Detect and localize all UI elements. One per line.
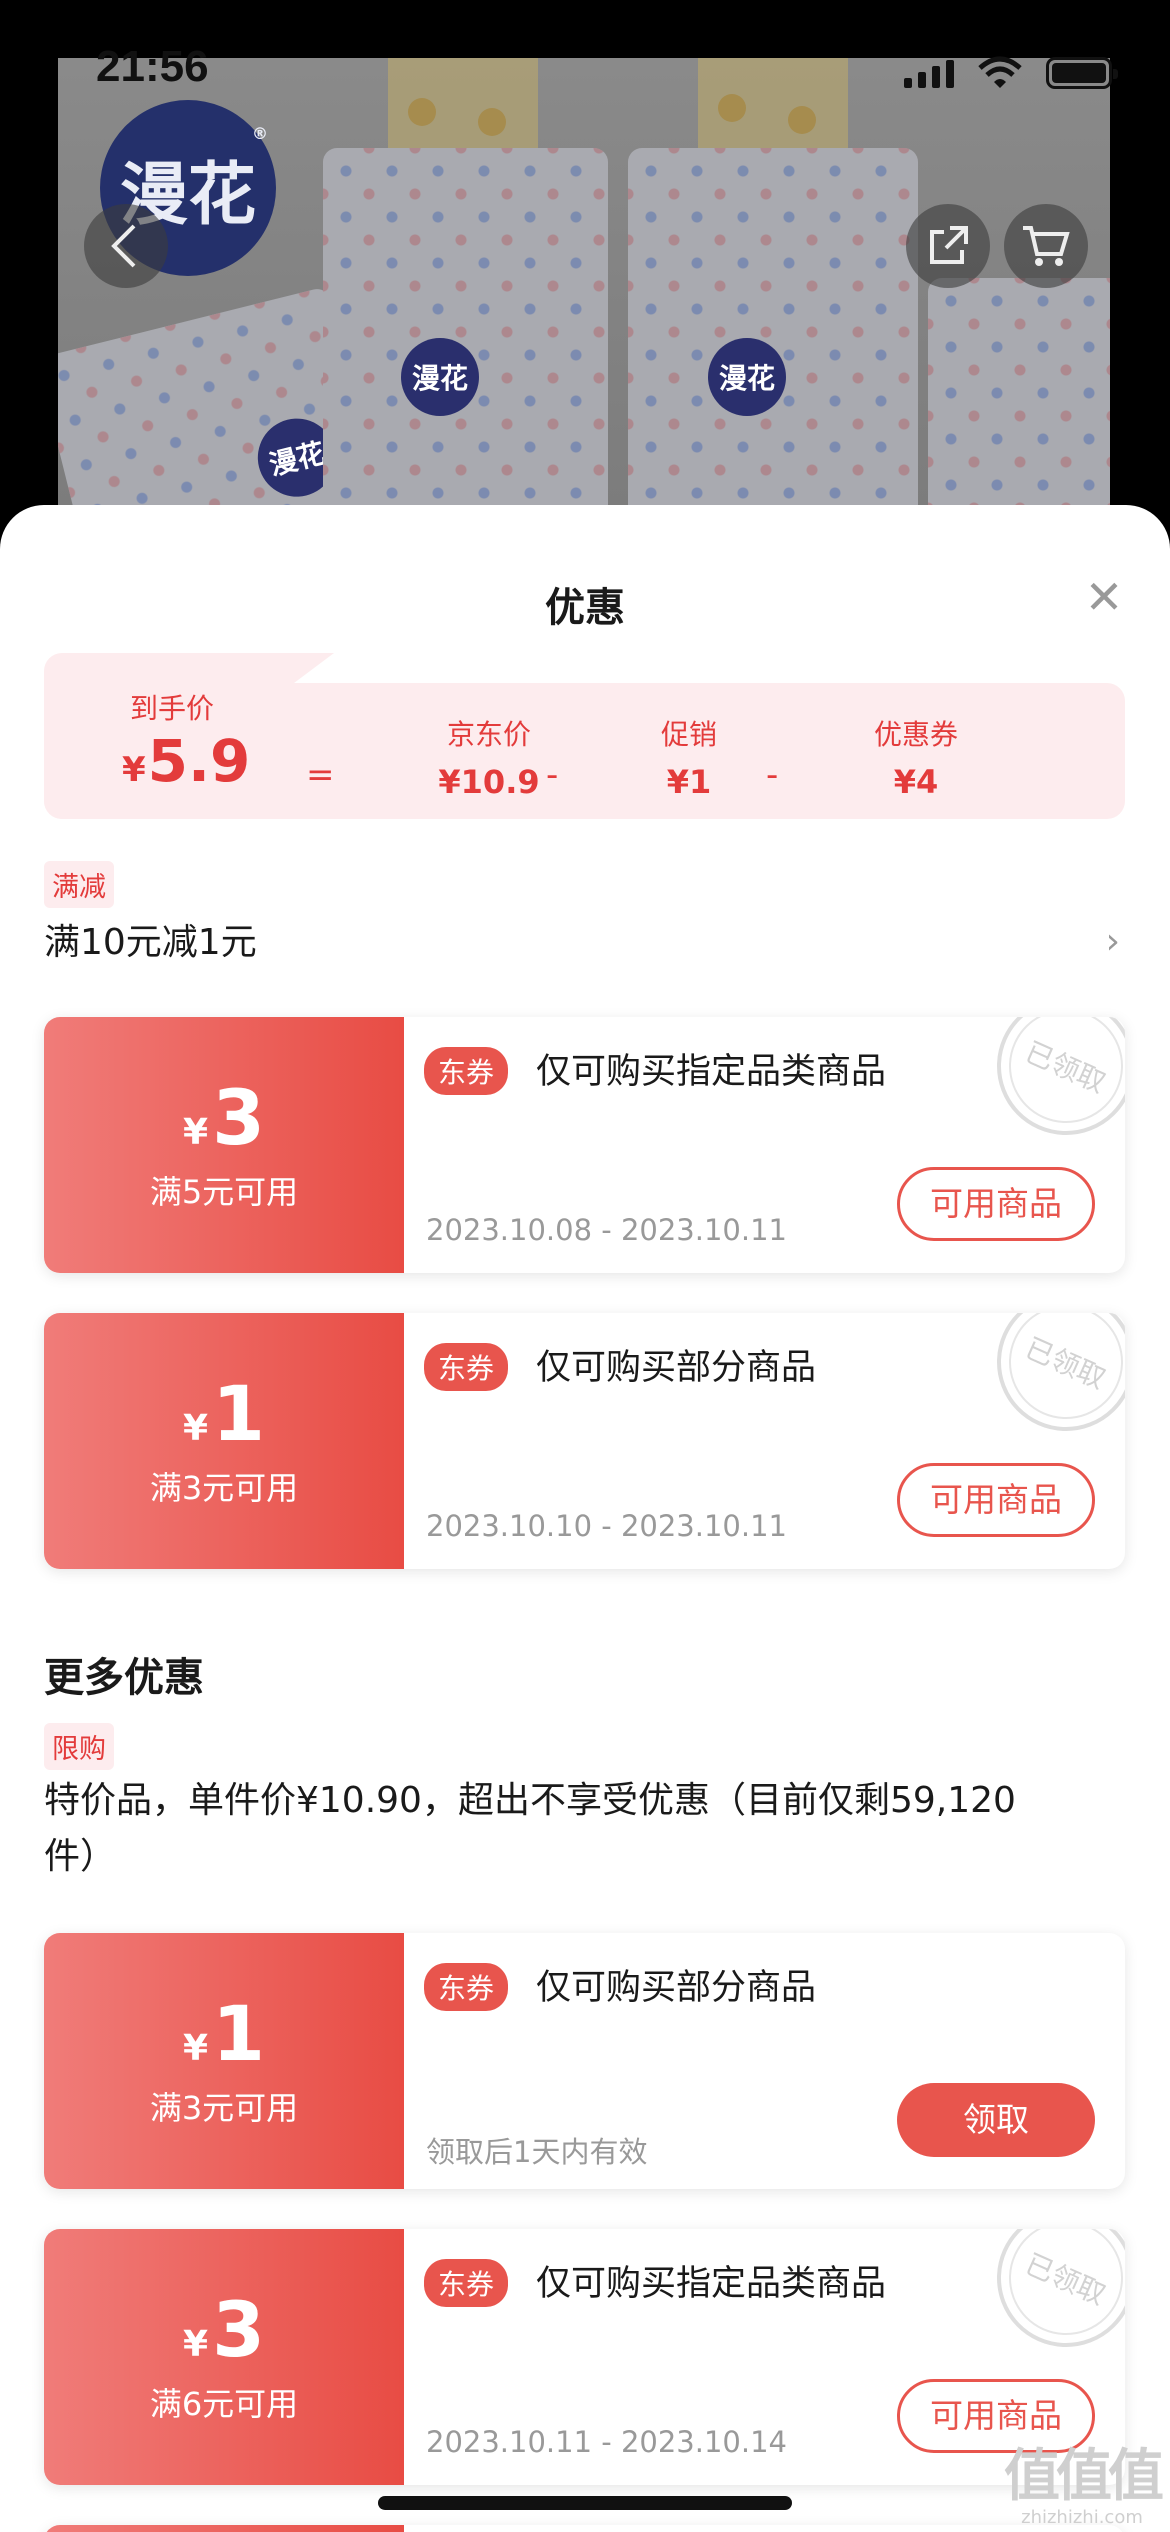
coupon-amount: ¥3	[183, 1073, 265, 1162]
coupon-amount-panel: ¥3 满6元可用	[44, 2229, 404, 2485]
product-photo: 漫花 漫花 漫花 漫花 ®	[58, 58, 1110, 578]
received-stamp: 已领取	[974, 2229, 1125, 2370]
coupon-badge: 东券	[424, 1963, 509, 2011]
coupon-amount-panel: ¥1 满3元可用	[44, 1313, 404, 1569]
handle	[718, 94, 746, 122]
coupon-badge: 东券	[424, 1047, 509, 1095]
handle	[788, 106, 816, 134]
watermark: 值值值 zhizhizhi.com	[1004, 2444, 1164, 2529]
claim-button[interactable]: 领取	[897, 2083, 1095, 2157]
minus-sign: -	[546, 755, 559, 795]
coupon-condition: 满6元可用	[149, 2385, 299, 2423]
coupon-card: ¥3 满6元可用 东券 仅可购买指定品类商品 2023.10.11 - 2023…	[44, 2229, 1125, 2485]
sheet-title: 优惠	[545, 585, 625, 631]
back-button[interactable]	[84, 204, 168, 288]
coupon-amount: ¥1	[183, 1369, 265, 1458]
coupon-card: ¥1 满3元可用 东券 仅可购买部分商品 2023.10.10 - 2023.1…	[44, 1313, 1125, 1569]
pack-logo: 漫花	[401, 338, 479, 416]
coupon-amount-panel: ¥3 满5元可用	[44, 1017, 404, 1273]
coupon-card: ¥3 满5元可用 东券 仅可购买指定品类商品 2023.10.08 - 2023…	[44, 1017, 1125, 1273]
minus-sign: -	[766, 755, 779, 795]
price-item-promo: 促销 ¥1	[660, 718, 717, 801]
full-reduction-text: 满10元减1元	[44, 922, 257, 963]
close-icon[interactable]: ✕	[1082, 574, 1126, 620]
coupon-condition: 满5元可用	[149, 1173, 299, 1211]
coupon-desc: 仅可购买指定品类商品	[536, 1052, 887, 1092]
coupon-date: 2023.10.08 - 2023.10.11	[426, 1213, 787, 1247]
handle	[408, 98, 436, 126]
available-goods-button[interactable]: 可用商品	[897, 2379, 1095, 2453]
limit-text: 特价品，单件价¥10.90，超出不享受优惠（目前仅剩59,120 件）	[44, 1780, 1016, 1877]
handle	[478, 108, 506, 136]
coupon-badge: 东券	[424, 1343, 509, 1391]
coupon-condition: 满3元可用	[149, 1469, 299, 1507]
signal-icon	[904, 58, 954, 88]
available-goods-button[interactable]: 可用商品	[897, 1167, 1095, 1241]
price-breakdown: 到手价 ¥5.9 = 京东价 ¥10.9 - 促销 ¥1 - 优惠券 ¥4	[44, 653, 1125, 819]
pack-logo: 漫花	[708, 338, 786, 416]
status-time: 21:56	[96, 42, 209, 91]
home-indicator[interactable]	[378, 2496, 792, 2510]
registered-mark: ®	[252, 124, 268, 143]
battery-icon	[1046, 57, 1118, 89]
status-icons	[904, 56, 1118, 90]
equals-sign: =	[306, 755, 335, 795]
price-item-coupon: 优惠券 ¥4	[873, 718, 958, 801]
coupon-amount: ¥1	[183, 1989, 265, 2078]
coupon-badge: 东券	[424, 2259, 509, 2307]
final-price-label: 到手价	[130, 692, 215, 725]
coupon-card: ¥1 满3元可用 东券 仅可购买部分商品 领取后1天内有效 领取	[44, 1933, 1125, 2189]
coupon-desc: 仅可购买部分商品	[536, 1968, 817, 2008]
received-stamp: 已领取	[974, 1017, 1125, 1158]
coupon-amount: ¥3	[183, 2285, 265, 2374]
coupon-date: 2023.10.11 - 2023.10.14	[426, 2425, 787, 2459]
full-reduction-tag: 满减	[44, 861, 114, 908]
cart-button[interactable]	[1004, 204, 1088, 288]
share-icon	[930, 226, 968, 264]
coupon-card-partial	[44, 2525, 1125, 2532]
coupon-validity: 领取后1天内有效	[426, 2135, 648, 2169]
more-discounts-title: 更多优惠	[44, 1655, 204, 1701]
coupon-date: 2023.10.10 - 2023.10.11	[426, 1509, 787, 1543]
coupon-amount-panel: ¥1 满3元可用	[44, 1933, 404, 2189]
share-button[interactable]	[906, 204, 990, 288]
cart-icon	[1023, 226, 1070, 266]
coupon-desc: 仅可购买指定品类商品	[536, 2264, 887, 2304]
available-goods-button[interactable]: 可用商品	[897, 1463, 1095, 1537]
chevron-right-icon[interactable]: ›	[1106, 921, 1120, 962]
coupon-condition: 满3元可用	[149, 2089, 299, 2127]
coupon-desc: 仅可购买部分商品	[536, 1348, 817, 1388]
received-stamp: 已领取	[974, 1313, 1125, 1454]
limit-tag: 限购	[44, 1723, 114, 1770]
final-price: ¥5.9	[122, 727, 251, 795]
chevron-left-icon	[111, 224, 136, 268]
discount-sheet: 优惠 ✕ 到手价 ¥5.9 = 京东价 ¥10.9 - 促销 ¥1 - 优惠券 …	[0, 505, 1170, 2532]
wifi-icon	[978, 56, 1022, 88]
